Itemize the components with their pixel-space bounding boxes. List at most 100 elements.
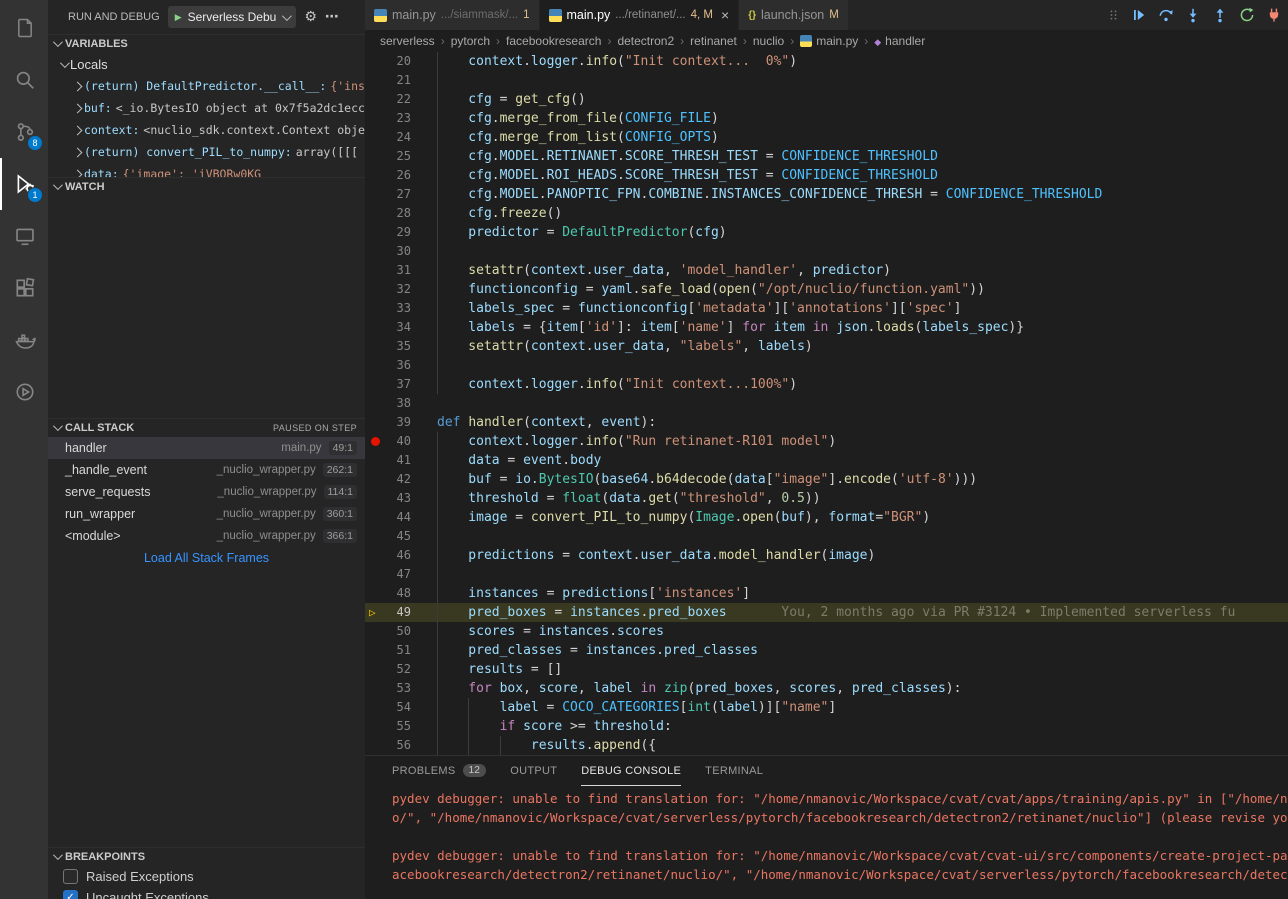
step-into-button[interactable] — [1185, 7, 1201, 23]
panel-tab-debug-console[interactable]: DEBUG CONSOLE — [581, 756, 681, 786]
activity-source-control[interactable]: 8 — [0, 106, 48, 158]
code-line[interactable]: 37context.logger.info("Init context...10… — [365, 375, 1288, 394]
panel-tab-problems[interactable]: PROBLEMS12 — [392, 756, 486, 786]
variable-row[interactable]: buf:<_io.BytesIO object at 0x7f5a2dc1ecc… — [48, 97, 365, 119]
line-gutter[interactable]: 50 — [365, 622, 411, 641]
step-out-button[interactable] — [1212, 7, 1228, 23]
variables-section-header[interactable]: VARIABLES — [48, 34, 365, 53]
code-line[interactable]: 52results = [] — [365, 660, 1288, 679]
launch-config-dropdown[interactable]: Serverless Debu — [168, 6, 297, 28]
code-line[interactable]: 47 — [365, 565, 1288, 584]
activity-run-task[interactable] — [0, 366, 48, 418]
activity-run-and-debug[interactable]: 1 — [0, 158, 48, 210]
breadcrumb-facebookresearch[interactable]: facebookresearch — [506, 34, 601, 48]
breakpoints-section-header[interactable]: BREAKPOINTS — [48, 847, 365, 866]
checkbox[interactable] — [63, 890, 78, 899]
line-gutter[interactable]: 53 — [365, 679, 411, 698]
line-gutter[interactable]: 54 — [365, 698, 411, 717]
variables-scope-locals[interactable]: Locals — [48, 53, 365, 75]
code-line[interactable]: 48instances = predictions['instances'] — [365, 584, 1288, 603]
line-gutter[interactable]: 38 — [365, 394, 411, 413]
line-gutter[interactable]: 35 — [365, 337, 411, 356]
activity-explorer[interactable] — [0, 2, 48, 54]
code-line[interactable]: 33labels_spec = functionconfig['metadata… — [365, 299, 1288, 318]
code-line[interactable]: 50scores = instances.scores — [365, 622, 1288, 641]
line-gutter[interactable]: 43 — [365, 489, 411, 508]
gear-icon[interactable] — [304, 9, 317, 25]
line-gutter[interactable]: 42 — [365, 470, 411, 489]
code-line[interactable]: 20context.logger.info("Init context... 0… — [365, 52, 1288, 71]
code-line[interactable]: 30 — [365, 242, 1288, 261]
breadcrumb-main-py[interactable]: main.py — [800, 34, 858, 48]
line-gutter[interactable]: 23 — [365, 109, 411, 128]
code-line[interactable]: 39def handler(context, event): — [365, 413, 1288, 432]
code-line[interactable]: 22cfg = get_cfg() — [365, 90, 1288, 109]
panel-tab-terminal[interactable]: TERMINAL — [705, 756, 763, 786]
line-gutter[interactable]: 24 — [365, 128, 411, 147]
line-gutter[interactable]: 52 — [365, 660, 411, 679]
breakpoint-icon[interactable] — [371, 437, 380, 446]
code-line[interactable]: 38 — [365, 394, 1288, 413]
more-actions-icon[interactable] — [325, 9, 339, 25]
step-over-button[interactable] — [1158, 7, 1174, 23]
line-gutter[interactable]: 56 — [365, 736, 411, 755]
breadcrumb-pytorch[interactable]: pytorch — [451, 34, 490, 48]
breakpoint-row[interactable]: Raised Exceptions — [48, 866, 365, 887]
tab-main-py-siammask[interactable]: main.py.../siammask/...1 — [365, 0, 540, 30]
stack-frame[interactable]: _handle_event_nuclio_wrapper.py262:1 — [48, 459, 365, 481]
code-line[interactable]: 40context.logger.info("Run retinanet-R10… — [365, 432, 1288, 451]
restart-button[interactable] — [1239, 7, 1255, 23]
line-gutter[interactable]: 33 — [365, 299, 411, 318]
breadcrumb-detectron2[interactable]: detectron2 — [617, 34, 674, 48]
line-gutter[interactable]: 30 — [365, 242, 411, 261]
line-gutter[interactable]: 31 — [365, 261, 411, 280]
variable-row[interactable]: (return) DefaultPredictor.__call__:{'ins… — [48, 75, 365, 97]
variable-row[interactable]: data:{'image': 'iVBORw0KG — [48, 163, 365, 177]
line-gutter[interactable]: 36 — [365, 356, 411, 375]
code-line[interactable]: 21 — [365, 71, 1288, 90]
code-line[interactable]: 54label = COCO_CATEGORIES[int(label)]["n… — [365, 698, 1288, 717]
stack-frame[interactable]: <module>_nuclio_wrapper.py366:1 — [48, 525, 365, 547]
code-line[interactable]: 43threshold = float(data.get("threshold"… — [365, 489, 1288, 508]
close-icon[interactable] — [721, 8, 729, 22]
tab-launch-json[interactable]: launch.jsonM — [739, 0, 849, 30]
code-line[interactable]: 31setattr(context.user_data, 'model_hand… — [365, 261, 1288, 280]
line-gutter[interactable]: 49 — [365, 603, 411, 622]
code-line[interactable]: 46predictions = context.user_data.model_… — [365, 546, 1288, 565]
load-all-stack-frames-link[interactable]: Load All Stack Frames — [48, 547, 365, 571]
variable-row[interactable]: (return) convert_PIL_to_numpy:array([[[ … — [48, 141, 365, 163]
code-line[interactable]: 44image = convert_PIL_to_numpy(Image.ope… — [365, 508, 1288, 527]
line-gutter[interactable]: 26 — [365, 166, 411, 185]
code-line[interactable]: 49pred_boxes = instances.pred_boxesYou, … — [365, 603, 1288, 622]
code-line[interactable]: 24cfg.merge_from_list(CONFIG_OPTS) — [365, 128, 1288, 147]
line-gutter[interactable]: 28 — [365, 204, 411, 223]
code-area[interactable]: 20context.logger.info("Init context... 0… — [365, 52, 1288, 755]
line-gutter[interactable]: 32 — [365, 280, 411, 299]
stack-frame[interactable]: serve_requests_nuclio_wrapper.py114:1 — [48, 481, 365, 503]
code-line[interactable]: 41data = event.body — [365, 451, 1288, 470]
line-gutter[interactable]: 27 — [365, 185, 411, 204]
code-line[interactable]: 42buf = io.BytesIO(base64.b64decode(data… — [365, 470, 1288, 489]
code-line[interactable]: 28cfg.freeze() — [365, 204, 1288, 223]
breadcrumb-handler[interactable]: handler — [874, 34, 925, 48]
stack-frame[interactable]: handlermain.py49:1 — [48, 437, 365, 459]
activity-docker[interactable] — [0, 314, 48, 366]
line-gutter[interactable]: 51 — [365, 641, 411, 660]
checkbox[interactable] — [63, 869, 78, 884]
line-gutter[interactable]: 22 — [365, 90, 411, 109]
line-gutter[interactable]: 25 — [365, 147, 411, 166]
code-line[interactable]: 34labels = {item['id']: item['name'] for… — [365, 318, 1288, 337]
line-gutter[interactable]: 40 — [365, 432, 411, 451]
line-gutter[interactable]: 39 — [365, 413, 411, 432]
tab-main-py-retinanet[interactable]: main.py.../retinanet/...4, M — [540, 0, 740, 30]
line-gutter[interactable]: 20 — [365, 52, 411, 71]
call-stack-section-header[interactable]: CALL STACK PAUSED ON STEP — [48, 418, 365, 437]
breakpoint-row[interactable]: Uncaught Exceptions — [48, 887, 365, 899]
breadcrumb-serverless[interactable]: serverless — [380, 34, 435, 48]
activity-extensions[interactable] — [0, 262, 48, 314]
code-line[interactable]: 55if score >= threshold: — [365, 717, 1288, 736]
continue-button[interactable] — [1131, 7, 1147, 23]
breadcrumb-nuclio[interactable]: nuclio — [753, 34, 784, 48]
activity-remote-explorer[interactable] — [0, 210, 48, 262]
line-gutter[interactable]: 45 — [365, 527, 411, 546]
